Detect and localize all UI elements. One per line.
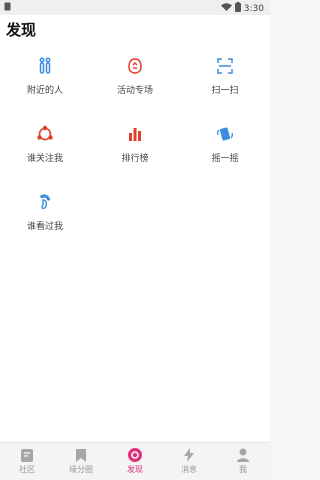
tile-scan[interactable]: 扫一扫 (180, 47, 270, 105)
wifi-icon (220, 3, 232, 14)
tile-label: 谁关注我 (26, 153, 63, 164)
tile-label: 扫一扫 (211, 85, 239, 96)
tile-label: 谁看过我 (26, 221, 63, 232)
nav-label: 我 (239, 465, 247, 474)
nav-fate-circle[interactable]: 缘分圈 (54, 448, 108, 475)
tile-who-follows-me[interactable]: 谁关注我 (0, 115, 90, 173)
nav-label: 社区 (19, 465, 35, 474)
scan-icon (216, 57, 234, 75)
tile-nearby-people[interactable]: 附近的人 (0, 47, 90, 105)
page-title: 发现 (6, 21, 37, 39)
tile-label: 摇一摇 (211, 153, 239, 164)
tile-ranking[interactable]: 排行榜 (90, 115, 180, 173)
discover-icon (128, 448, 142, 462)
tile-label: 排行榜 (121, 153, 149, 164)
tile-events[interactable]: 活动专场 (90, 47, 180, 105)
nav-label: 消息 (181, 465, 197, 474)
nav-label: 发现 (127, 465, 143, 474)
bottom-nav: 社区 缘分圈 发现 消息 我 (0, 442, 270, 480)
sim-icon (4, 2, 11, 14)
event-icon (126, 57, 144, 75)
user-icon (236, 448, 250, 462)
community-icon (20, 448, 34, 462)
people-icon (36, 57, 54, 75)
tile-label: 活动专场 (116, 85, 153, 96)
footprint-icon (36, 193, 54, 211)
tile-label: 附近的人 (26, 85, 63, 96)
header: 发现 (0, 15, 270, 45)
bookmark-icon (74, 448, 88, 462)
status-right: 3:30 (220, 2, 264, 15)
discover-content: 附近的人 活动专场 扫一扫 谁关注我 排行榜 摇一摇 谁看过我 (0, 45, 270, 442)
nav-discover[interactable]: 发现 (108, 448, 162, 475)
feature-grid: 附近的人 活动专场 扫一扫 谁关注我 排行榜 摇一摇 谁看过我 (0, 47, 270, 241)
shake-icon (216, 125, 234, 143)
tile-shake[interactable]: 摇一摇 (180, 115, 270, 173)
ranking-icon (126, 125, 144, 143)
followers-icon (36, 125, 54, 143)
nav-messages[interactable]: 消息 (162, 448, 216, 475)
status-bar: 3:30 (0, 0, 270, 15)
lightning-icon (182, 448, 196, 462)
nav-community[interactable]: 社区 (0, 448, 54, 475)
nav-me[interactable]: 我 (216, 448, 270, 475)
tile-who-viewed-me[interactable]: 谁看过我 (0, 183, 90, 241)
battery-icon (234, 2, 241, 15)
status-time: 3:30 (243, 3, 264, 14)
nav-label: 缘分圈 (69, 465, 93, 474)
